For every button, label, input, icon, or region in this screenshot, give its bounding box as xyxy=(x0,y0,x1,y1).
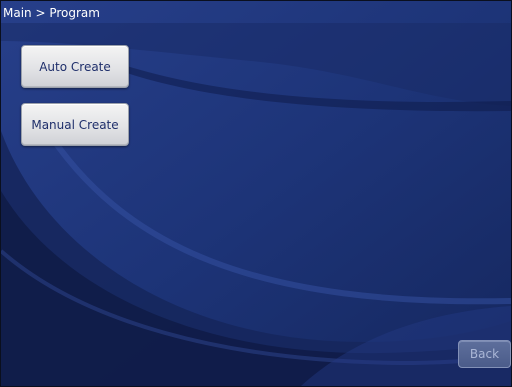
back-button[interactable]: Back xyxy=(458,340,511,368)
manual-create-button[interactable]: Manual Create xyxy=(21,103,129,146)
auto-create-button[interactable]: Auto Create xyxy=(21,45,129,88)
program-screen: Main > Program Auto Create Manual Create… xyxy=(0,0,512,387)
breadcrumb: Main > Program xyxy=(3,6,100,20)
